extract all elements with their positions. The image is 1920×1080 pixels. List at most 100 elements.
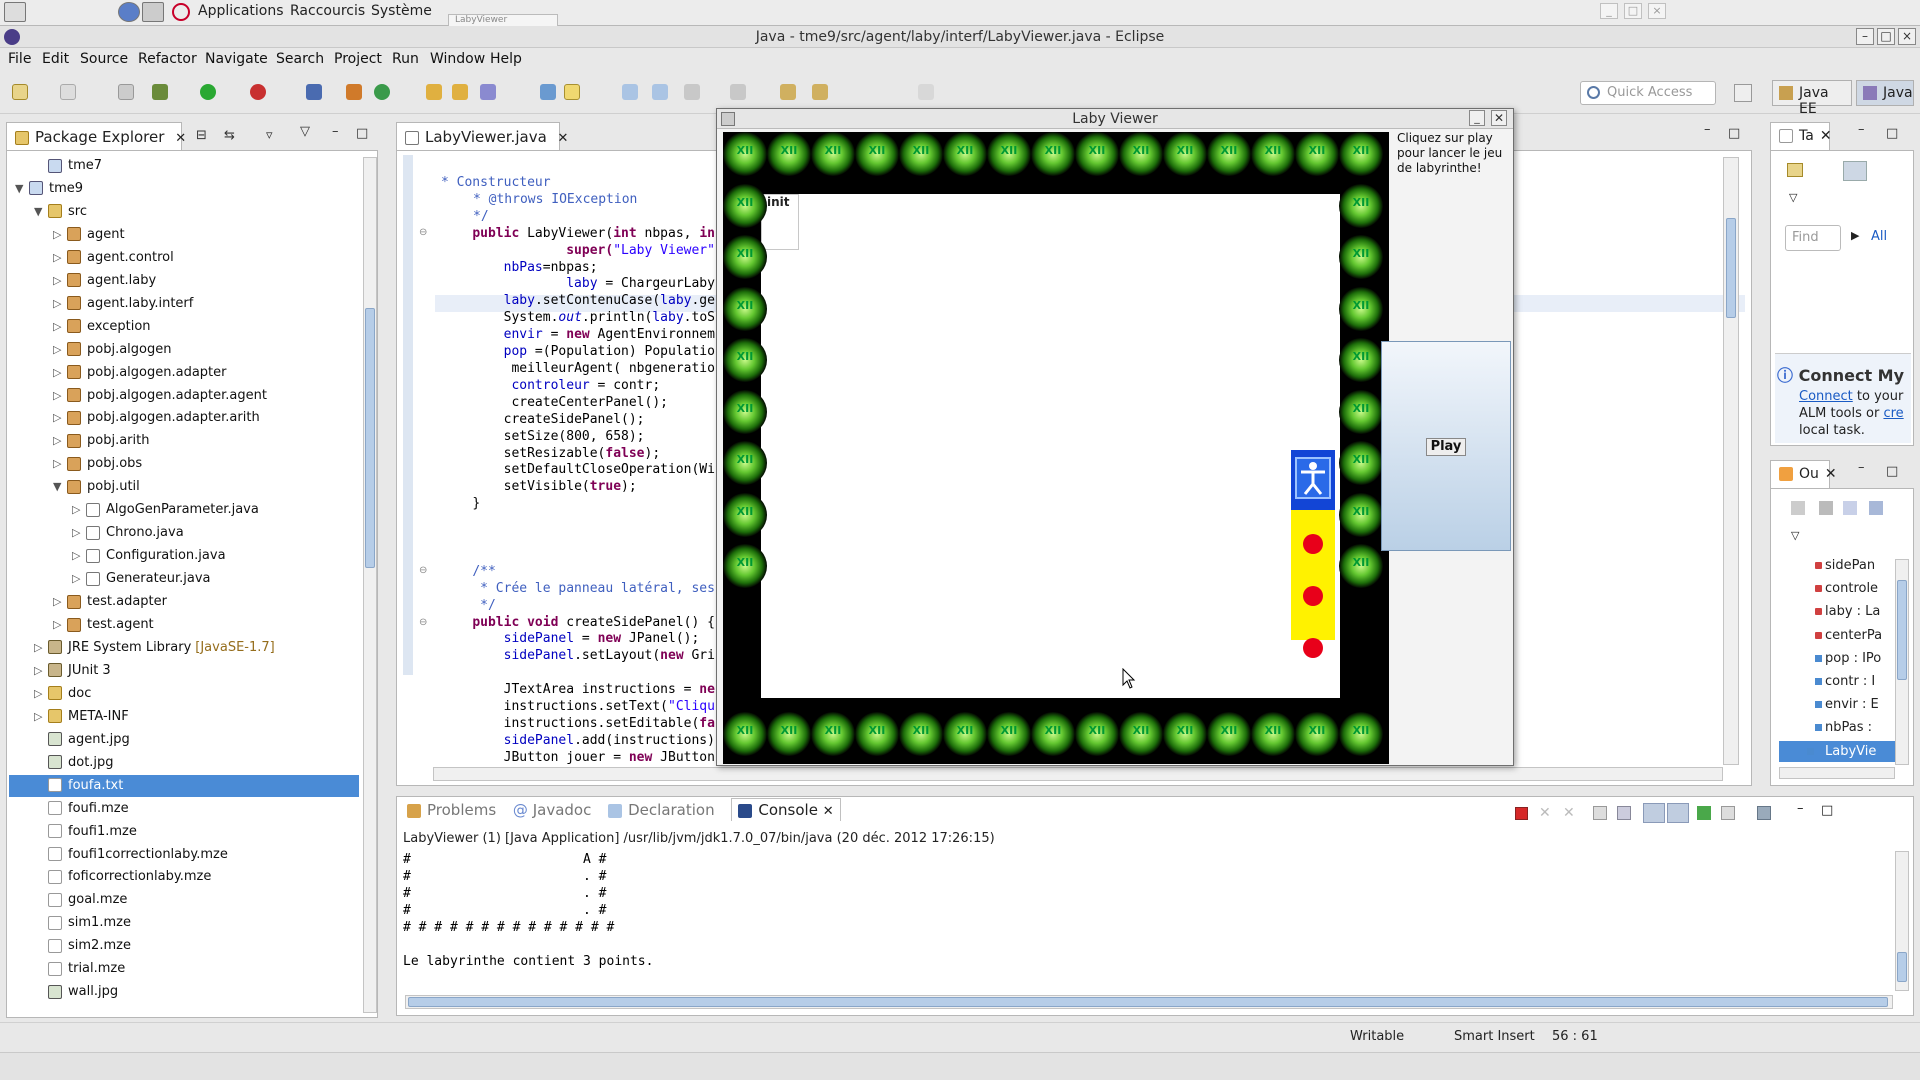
- app-icon[interactable]: [142, 2, 164, 22]
- tree-item[interactable]: ▷ pobj.algogen.adapter: [9, 362, 359, 384]
- tree-item[interactable]: ▷ exception: [9, 316, 359, 338]
- collapsed-arrow-icon[interactable]: ▷: [53, 270, 67, 292]
- tree-item[interactable]: ▷ Configuration.java: [9, 545, 359, 567]
- all-link[interactable]: All: [1871, 229, 1887, 244]
- tab-outline[interactable]: Ou ✕: [1770, 460, 1837, 488]
- collapsed-arrow-icon[interactable]: ▷: [72, 522, 86, 544]
- collapsed-arrow-icon[interactable]: ▷: [53, 591, 67, 613]
- new-icon[interactable]: [12, 84, 28, 100]
- minimize-view-icon[interactable]: –: [332, 124, 339, 139]
- outline-item[interactable]: contr : I: [1779, 671, 1895, 692]
- tree-item[interactable]: ▷ pobj.algogen.adapter.arith: [9, 407, 359, 429]
- perspective-java-ee[interactable]: Java EE: [1772, 80, 1852, 117]
- remove-launch-icon[interactable]: ✕: [1539, 805, 1551, 821]
- tree-item[interactable]: ▷ test.adapter: [9, 591, 359, 613]
- scroll-thumb[interactable]: [1726, 218, 1736, 318]
- view-menu-icon[interactable]: ▽: [1791, 529, 1799, 542]
- connect-link[interactable]: Connect: [1799, 389, 1853, 404]
- hide-static-icon[interactable]: [1843, 501, 1857, 515]
- tree-item[interactable]: foufi1.mze: [9, 821, 359, 843]
- tree-item[interactable]: agent.jpg: [9, 729, 359, 751]
- filter-icon[interactable]: ▿: [266, 128, 273, 143]
- find-input[interactable]: Find: [1785, 225, 1841, 251]
- tree-item[interactable]: ▷ agent.control: [9, 247, 359, 269]
- tree-item[interactable]: foficorrectionlaby.mze: [9, 866, 359, 888]
- tree-item[interactable]: ▷ pobj.algogen: [9, 339, 359, 361]
- outline-item[interactable]: laby : La: [1779, 601, 1895, 622]
- taskbar-window-button[interactable]: LabyViewer: [448, 14, 558, 26]
- tree-item[interactable]: ▷ pobj.obs: [9, 453, 359, 475]
- show-on-error-icon[interactable]: [1667, 803, 1689, 823]
- outline-item[interactable]: controle: [1779, 578, 1895, 599]
- collapsed-arrow-icon[interactable]: ▷: [72, 568, 86, 590]
- hide-fields-icon[interactable]: [1819, 501, 1833, 515]
- tree-item[interactable]: ▷ agent: [9, 224, 359, 246]
- window-minimize-button[interactable]: –: [1856, 28, 1874, 45]
- collapse-all-icon[interactable]: ⊟: [196, 128, 207, 143]
- close-icon[interactable]: ✕: [558, 131, 569, 146]
- tree-item[interactable]: ▷ doc: [9, 683, 359, 705]
- minimize-view-icon[interactable]: –: [1858, 460, 1865, 475]
- minimize-view-icon[interactable]: –: [1797, 801, 1804, 816]
- tree-item[interactable]: ▼ pobj.util: [9, 476, 359, 498]
- show-on-output-icon[interactable]: [1643, 803, 1665, 823]
- play-button[interactable]: Play: [1381, 341, 1511, 551]
- menu-help[interactable]: Help: [490, 51, 522, 67]
- open-folder-icon[interactable]: [452, 84, 468, 100]
- menu-edit[interactable]: Edit: [42, 51, 69, 67]
- collapsed-arrow-icon[interactable]: ▷: [72, 545, 86, 567]
- back-icon[interactable]: [780, 84, 796, 100]
- collapsed-arrow-icon[interactable]: ▷: [53, 614, 67, 636]
- tree-item[interactable]: trial.mze: [9, 958, 359, 980]
- external-tools-icon[interactable]: [250, 84, 266, 100]
- tree-item[interactable]: ▷ agent.laby.interf: [9, 293, 359, 315]
- tab-task-list[interactable]: Ta ✕: [1770, 122, 1832, 150]
- outline-item[interactable]: centerPa: [1779, 625, 1895, 646]
- tree-item[interactable]: foufi.mze: [9, 798, 359, 820]
- expanded-arrow-icon[interactable]: ▼: [34, 201, 48, 223]
- laby-minimize-button[interactable]: _: [1469, 110, 1485, 126]
- tree-item[interactable]: sim2.mze: [9, 935, 359, 957]
- menu-source[interactable]: Source: [80, 51, 128, 67]
- laby-close-button[interactable]: ✕: [1491, 110, 1507, 126]
- tree-item[interactable]: ▷ AlgoGenParameter.java: [9, 499, 359, 521]
- new-java-project-icon[interactable]: [306, 84, 322, 100]
- new-class-icon[interactable]: [374, 84, 390, 100]
- pin-console-icon[interactable]: [1697, 806, 1711, 820]
- taskbar-maximize-button[interactable]: □: [1624, 3, 1642, 19]
- menu-window[interactable]: Window: [430, 51, 485, 67]
- pin-editor-icon[interactable]: [918, 84, 934, 100]
- display-console-icon[interactable]: [1721, 806, 1735, 820]
- block-selection-icon[interactable]: [622, 84, 638, 100]
- tree-item[interactable]: sim1.mze: [9, 912, 359, 934]
- open-console-icon[interactable]: [1757, 806, 1771, 820]
- tree-item[interactable]: ▷ META-INF: [9, 706, 359, 728]
- perspective-java[interactable]: Java: [1856, 80, 1914, 106]
- collapsed-arrow-icon[interactable]: ▷: [53, 293, 67, 315]
- maximize-editor-icon[interactable]: □: [1728, 126, 1740, 141]
- tree-item[interactable]: ▷ test.agent: [9, 614, 359, 636]
- clear-console-icon[interactable]: [1593, 806, 1607, 820]
- tree-item[interactable]: ▼ tme9: [9, 178, 359, 200]
- outline-item[interactable]: sidePan: [1779, 555, 1895, 576]
- sys-menu-raccourcis[interactable]: Raccourcis: [290, 3, 365, 19]
- terminate-icon[interactable]: [1515, 807, 1528, 820]
- collapsed-arrow-icon[interactable]: ▷: [53, 339, 67, 361]
- scroll-thumb[interactable]: [1897, 580, 1907, 680]
- tab-console[interactable]: Console ✕: [731, 798, 841, 821]
- expanded-arrow-icon[interactable]: ▼: [15, 178, 29, 200]
- menu-project[interactable]: Project: [334, 51, 382, 67]
- tree-item[interactable]: foufa.txt: [9, 774, 359, 797]
- create-link[interactable]: cre: [1883, 406, 1903, 421]
- taskbar-minimize-button[interactable]: _: [1600, 3, 1618, 19]
- collapsed-arrow-icon[interactable]: ▷: [53, 385, 67, 407]
- collapsed-arrow-icon[interactable]: ▷: [53, 407, 67, 429]
- terminal-icon[interactable]: [4, 2, 26, 22]
- run-icon[interactable]: [200, 84, 216, 100]
- code-text[interactable]: * Constructeur * @throws IOException */ …: [441, 175, 738, 767]
- outline-item[interactable]: LabyVie: [1779, 740, 1895, 762]
- collapsed-arrow-icon[interactable]: ▷: [53, 362, 67, 384]
- forward-icon[interactable]: [812, 84, 828, 100]
- console-vertical-scrollbar[interactable]: [1895, 851, 1909, 991]
- tree-item[interactable]: ▷ Generateur.java: [9, 568, 359, 590]
